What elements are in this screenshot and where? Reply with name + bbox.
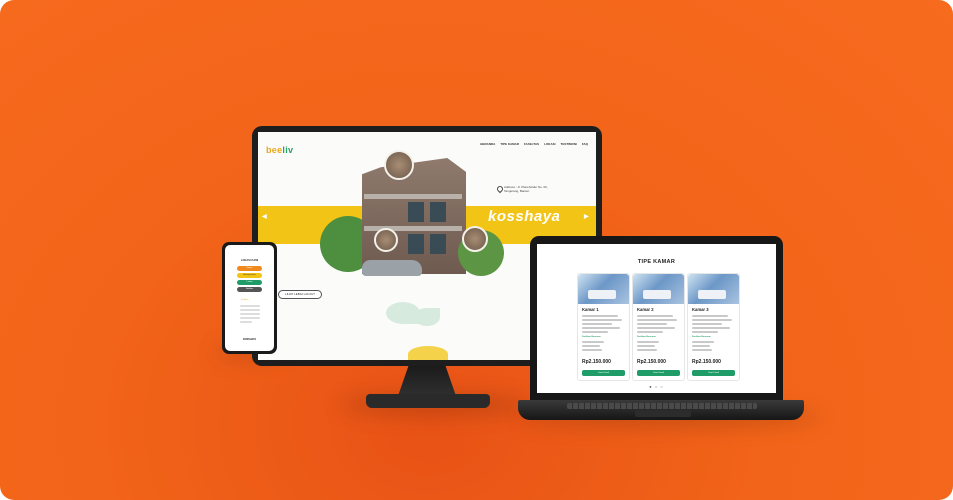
location-pin-icon bbox=[495, 184, 505, 194]
bed bbox=[698, 290, 726, 299]
monitor-stand-neck bbox=[398, 366, 456, 396]
promo-canvas: beeliv BERANDA TIPE KAMAR FASILITAS LOKA… bbox=[0, 0, 953, 500]
detail-photo-2 bbox=[374, 228, 398, 252]
shared-facilities-label: Fasilitas Bersama bbox=[637, 336, 656, 338]
logo-part-2: liv bbox=[282, 145, 294, 155]
house-window-2 bbox=[430, 202, 446, 222]
nav-link-tipe-kamar[interactable]: TIPE KAMAR bbox=[500, 142, 519, 146]
feature-line bbox=[582, 331, 608, 333]
feature-line bbox=[582, 315, 618, 317]
room-detail-button[interactable]: Lihat Detail bbox=[582, 370, 625, 376]
room-card-1[interactable]: Kamar 1 Fasilitas Bersama Rp2.150.000 Li… bbox=[577, 273, 630, 381]
feature-line bbox=[582, 345, 600, 347]
desktop-navbar: beeliv BERANDA TIPE KAMAR FASILITAS LOKA… bbox=[266, 140, 588, 155]
room-photo bbox=[688, 274, 739, 304]
carousel-next-icon[interactable]: ▶ bbox=[584, 213, 589, 220]
feature-line bbox=[637, 327, 675, 329]
feature-line bbox=[692, 327, 730, 329]
logo-part-1: bee bbox=[266, 145, 283, 155]
feature-line bbox=[692, 341, 714, 343]
feature-line bbox=[582, 341, 604, 343]
phone-button-hubungi[interactable]: Hubungi Kami bbox=[237, 273, 262, 278]
hero-cta-button[interactable]: LIHAT LEBIH LANJUT bbox=[278, 290, 322, 299]
feature-line bbox=[637, 341, 659, 343]
nav-link-faq[interactable]: FAQ bbox=[582, 142, 588, 146]
phone-screen: LOKASI KAMI Kamar Hubungi Kami Lokasi Fa… bbox=[225, 245, 274, 351]
monitor-stand-base bbox=[366, 394, 490, 408]
room-price: Rp2.150.000 bbox=[692, 359, 721, 365]
laptop: TIPE KAMAR Kamar 1 Fasilitas Bersama Rp2… bbox=[530, 236, 783, 402]
feature-line bbox=[692, 331, 718, 333]
hero-address: Address : Jl. Placeholder No. 00, Tanger… bbox=[504, 185, 548, 193]
text-line bbox=[240, 317, 260, 319]
house-window-3 bbox=[408, 234, 424, 254]
house-balcony-1 bbox=[364, 194, 462, 199]
feature-line bbox=[582, 349, 602, 351]
room-photo bbox=[578, 274, 629, 304]
hero-title: kosshaya bbox=[488, 208, 561, 225]
room-detail-button[interactable]: Lihat Detail bbox=[637, 370, 680, 376]
house-window-4 bbox=[430, 234, 446, 254]
feature-line bbox=[637, 315, 673, 317]
nav-link-testimoni[interactable]: TESTIMONI bbox=[560, 142, 576, 146]
carousel-pagination[interactable]: ● ○ ○ bbox=[537, 384, 776, 389]
text-line bbox=[240, 313, 260, 315]
phone-button-fasilitas[interactable]: Fasilitas bbox=[237, 287, 262, 292]
feature-line bbox=[692, 323, 722, 325]
feature-line bbox=[637, 345, 655, 347]
room-card-3[interactable]: Kamar 3 Fasilitas Bersama Rp2.150.000 Li… bbox=[687, 273, 740, 381]
feature-line bbox=[692, 345, 710, 347]
feature-line bbox=[692, 319, 732, 321]
detail-photo-3 bbox=[462, 226, 488, 252]
feature-line bbox=[582, 319, 622, 321]
nav-link-fasilitas[interactable]: FASILITAS bbox=[524, 142, 539, 146]
carousel-prev-icon[interactable]: ◀ bbox=[262, 213, 267, 220]
text-line bbox=[240, 309, 260, 311]
feature-line bbox=[637, 323, 667, 325]
text-line bbox=[240, 321, 252, 323]
room-name: Kamar 1 bbox=[582, 307, 599, 312]
phone-section-label: Fasilitas bbox=[241, 299, 249, 301]
phone-section-title: LOKASI KAMI bbox=[240, 259, 259, 262]
text-line bbox=[240, 305, 260, 307]
room-types-title: TIPE KAMAR bbox=[637, 259, 676, 265]
room-name: Kamar 3 bbox=[692, 307, 709, 312]
bed bbox=[643, 290, 671, 299]
smartphone: LOKASI KAMI Kamar Hubungi Kami Lokasi Fa… bbox=[222, 242, 277, 354]
room-photo bbox=[633, 274, 684, 304]
laptop-screen: TIPE KAMAR Kamar 1 Fasilitas Bersama Rp2… bbox=[537, 244, 776, 393]
laptop-keyboard bbox=[567, 403, 757, 409]
nav-link-lokasi[interactable]: LOKASI bbox=[544, 142, 555, 146]
shared-facilities-label: Fasilitas Bersama bbox=[582, 336, 601, 338]
bed bbox=[588, 290, 616, 299]
phone-button-kamar[interactable]: Kamar bbox=[237, 266, 262, 271]
room-price: Rp2.150.000 bbox=[582, 359, 611, 365]
room-card-2[interactable]: Kamar 2 Fasilitas Bersama Rp2.150.000 Li… bbox=[632, 273, 685, 381]
feature-line bbox=[692, 315, 728, 317]
nav-link-beranda[interactable]: BERANDA bbox=[480, 142, 495, 146]
room-name: Kamar 2 bbox=[637, 307, 654, 312]
shared-facilities-label: Fasilitas Bersama bbox=[692, 336, 711, 338]
room-detail-button[interactable]: Lihat Detail bbox=[692, 370, 735, 376]
house-window-1 bbox=[408, 202, 424, 222]
leaf-decoration-2 bbox=[414, 308, 440, 326]
parked-car bbox=[362, 260, 422, 276]
phone-button-lokasi[interactable]: Lokasi bbox=[237, 280, 262, 285]
feature-line bbox=[637, 319, 677, 321]
yellow-decoration bbox=[408, 346, 448, 360]
laptop-trackpad bbox=[635, 410, 691, 417]
feature-line bbox=[582, 327, 620, 329]
detail-photo-1 bbox=[384, 150, 414, 180]
nav-links: BERANDA TIPE KAMAR FASILITAS LOKASI TEST… bbox=[480, 142, 588, 146]
feature-line bbox=[582, 323, 612, 325]
feature-line bbox=[637, 349, 657, 351]
logo[interactable]: beeliv bbox=[266, 145, 293, 155]
feature-line bbox=[637, 331, 663, 333]
phone-footer: KOSSHAYA bbox=[242, 338, 257, 341]
feature-line bbox=[692, 349, 712, 351]
room-price: Rp2.150.000 bbox=[637, 359, 666, 365]
